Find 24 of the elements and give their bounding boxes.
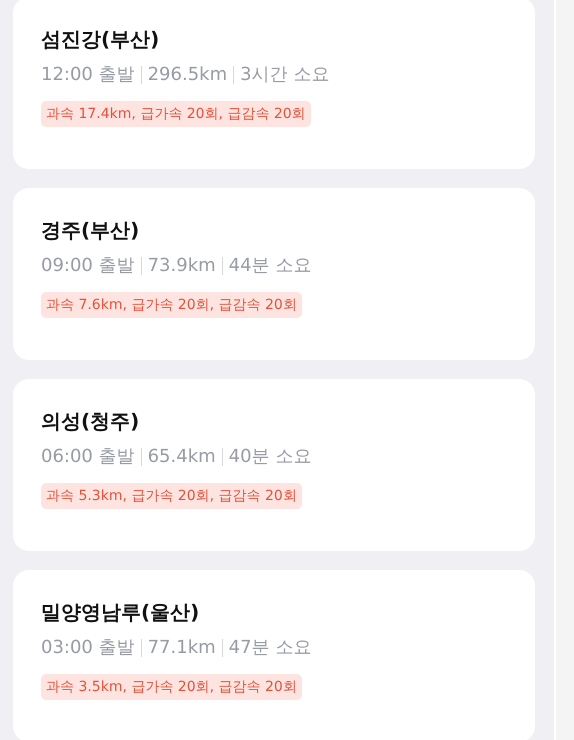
trip-duration: 44분 소요 xyxy=(228,254,312,278)
trip-title: 섬진강(부산) xyxy=(41,26,160,53)
trip-title: 의성(청주) xyxy=(41,408,140,435)
trip-card[interactable]: 경주(부산) 09:00 출발 73.9km 44분 소요 과속 7.6km, 급가속 20회, 급감속 20회 xyxy=(13,188,535,360)
departure-time: 09:00 출발 xyxy=(41,254,135,278)
driving-warning-tag: 과속 17.4km, 급가속 20회, 급감속 20회 xyxy=(41,101,311,127)
trip-duration: 3시간 소요 xyxy=(240,63,330,87)
trip-duration: 47분 소요 xyxy=(228,636,312,660)
trip-duration: 40분 소요 xyxy=(228,445,312,469)
trip-title: 밀양영남루(울산) xyxy=(41,599,200,626)
trip-distance: 77.1km xyxy=(148,636,216,660)
trip-distance: 296.5km xyxy=(148,63,228,87)
driving-warning-tag: 과속 3.5km, 급가속 20회, 급감속 20회 xyxy=(41,674,302,700)
driving-warning-tag: 과속 5.3km, 급가속 20회, 급감속 20회 xyxy=(41,483,302,509)
departure-time: 12:00 출발 xyxy=(41,63,135,87)
departure-time: 03:00 출발 xyxy=(41,636,135,660)
trip-distance: 73.9km xyxy=(148,254,216,278)
trip-distance: 65.4km xyxy=(148,445,216,469)
trip-title: 경주(부산) xyxy=(41,217,140,244)
trip-card[interactable]: 의성(청주) 06:00 출발 65.4km 40분 소요 과속 5.3km, 급가속 20회, 급감속 20회 xyxy=(13,379,535,551)
driving-warning-tag: 과속 7.6km, 급가속 20회, 급감속 20회 xyxy=(41,292,302,318)
trip-card[interactable]: 밀양영남루(울산) 03:00 출발 77.1km 47분 소요 과속 3.5km, 급가속 20회, 급감속 20회 xyxy=(13,570,535,740)
trip-card[interactable]: 섬진강(부산) 12:00 출발 296.5km 3시간 소요 과속 17.4km, 급가속 20회, 급감속 20회 xyxy=(13,0,535,169)
departure-time: 06:00 출발 xyxy=(41,445,135,469)
